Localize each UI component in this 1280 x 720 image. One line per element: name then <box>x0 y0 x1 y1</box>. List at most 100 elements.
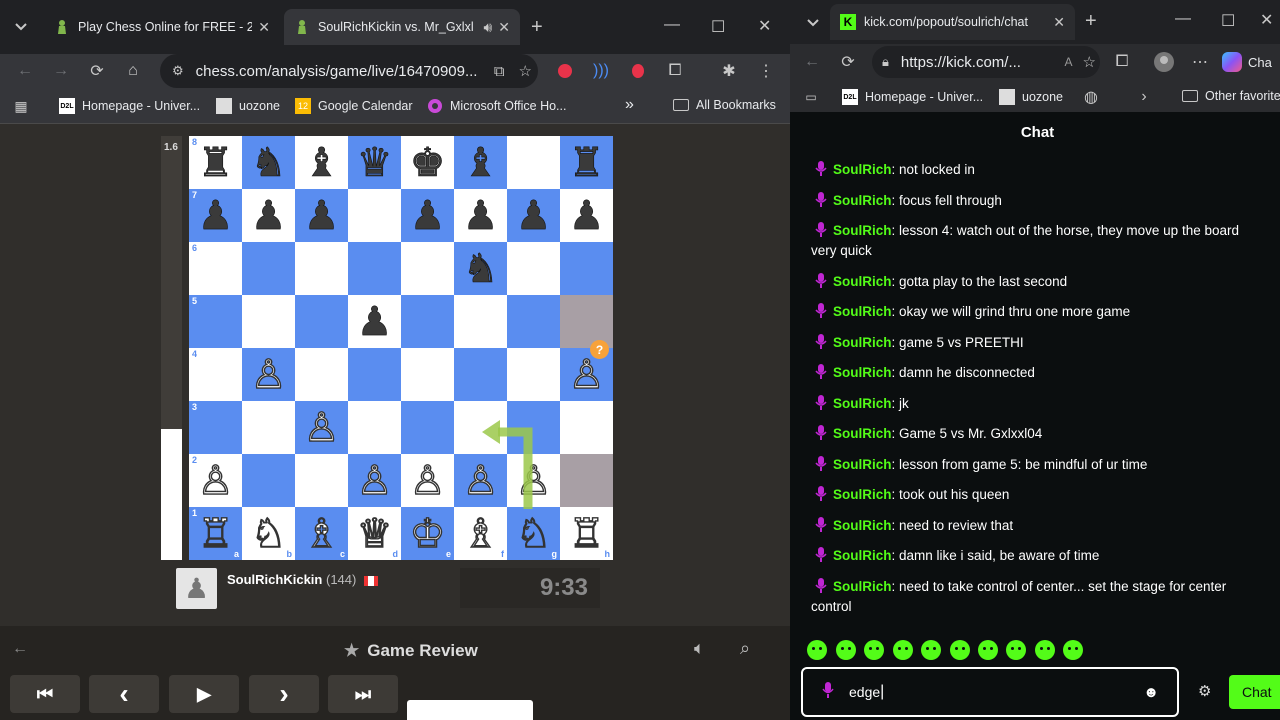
white-piece[interactable]: ♙ <box>568 354 605 395</box>
previous-move-button[interactable]: ‹ <box>89 675 159 713</box>
board-square[interactable] <box>348 189 401 242</box>
black-piece[interactable]: ♚ <box>409 142 445 183</box>
white-piece[interactable]: ♗ <box>462 513 499 554</box>
white-piece[interactable]: ♙ <box>409 460 446 501</box>
board-square[interactable] <box>454 295 507 348</box>
board-square[interactable]: ♙ <box>401 454 454 507</box>
board-square[interactable] <box>295 295 348 348</box>
chat-input[interactable]: edge | ☻ <box>801 667 1179 717</box>
board-square[interactable] <box>401 348 454 401</box>
black-piece[interactable]: ♟ <box>515 195 551 236</box>
extension-red-icon[interactable] <box>627 60 649 82</box>
board-square[interactable] <box>242 295 295 348</box>
chess-board[interactable]: ♜ 8 ♞ ♝ ♛ ♚ ♝ ♜ ♟ 7 ♟ ♟ ♟ ♟ ♟ ♟ 6 ♞ 5 ♟ 4 ♙ ♙ 3 ♙ ♙ 2 ♙ ♙ ♙ ♙ ♖ 1 a ♘ b ♗ c ♕ d… <box>189 136 613 560</box>
emote-icon[interactable] <box>893 640 913 660</box>
chat-username[interactable]: SoulRich <box>833 365 892 380</box>
speaker-icon[interactable]: 🔊︎ <box>483 19 492 36</box>
chat-username[interactable]: SoulRich <box>833 548 892 563</box>
board-square[interactable]: ♙ <box>348 454 401 507</box>
black-piece[interactable]: ♟ <box>409 195 445 236</box>
copilot-button[interactable]: Cha <box>1222 49 1280 75</box>
minimize-icon[interactable]: — <box>1175 10 1191 28</box>
tab-actions-icon[interactable] <box>802 12 824 34</box>
emoji-icon[interactable]: ☻ <box>1143 684 1159 701</box>
tab-analysis[interactable]: SoulRichKickin vs. Mr_Gxlxl 🔊︎ ✕ <box>284 9 520 45</box>
white-piece[interactable]: ♙ <box>197 460 234 501</box>
tab-search-icon[interactable] <box>8 14 34 40</box>
white-piece[interactable]: ♗ <box>303 513 340 554</box>
new-tab-icon[interactable]: + <box>531 16 543 39</box>
board-square[interactable] <box>560 401 613 454</box>
forward-icon[interactable]: → <box>48 58 74 84</box>
game-review-title[interactable]: ★ Game Review <box>344 641 478 661</box>
back-arrow-icon[interactable]: ← <box>12 640 28 658</box>
favorite-uozone[interactable]: uozone <box>999 89 1063 105</box>
black-piece[interactable]: ♟ <box>462 195 498 236</box>
board-square[interactable]: ♛ <box>348 136 401 189</box>
bookmark-google-calendar[interactable]: 12 Google Calendar <box>295 98 413 114</box>
board-square[interactable] <box>295 242 348 295</box>
address-bar[interactable]: 🔒︎ https://kick.com/... A ☆ <box>872 46 1100 78</box>
emote-icon[interactable] <box>807 640 827 660</box>
tab-play-chess[interactable]: Play Chess Online for FREE - 2 P ✕ <box>44 9 280 45</box>
board-square[interactable]: ♝ <box>454 136 507 189</box>
last-move-button[interactable]: ⏭ <box>328 675 398 713</box>
board-square[interactable]: ♜ 8 <box>189 136 242 189</box>
white-piece[interactable]: ♖ <box>197 513 234 554</box>
home-icon[interactable]: ⌂ <box>120 58 146 84</box>
install-app-icon[interactable]: ⧉ <box>494 63 505 80</box>
board-square[interactable]: ♟ <box>560 189 613 242</box>
board-square[interactable] <box>348 242 401 295</box>
board-square[interactable] <box>242 454 295 507</box>
board-square[interactable]: 6 <box>189 242 242 295</box>
board-square[interactable]: ♟ <box>295 189 348 242</box>
close-window-icon[interactable]: ✕ <box>1260 10 1273 30</box>
board-square[interactable] <box>401 295 454 348</box>
board-square[interactable] <box>401 401 454 454</box>
chat-username[interactable]: SoulRich <box>833 518 892 533</box>
white-piece[interactable]: ♙ <box>356 460 393 501</box>
board-square[interactable]: ♟ <box>454 189 507 242</box>
board-square[interactable]: ♙ <box>295 401 348 454</box>
favorite-star-icon[interactable]: ☆ <box>1083 53 1096 71</box>
black-piece[interactable]: ♜ <box>197 142 233 183</box>
board-square[interactable]: ♕ d <box>348 507 401 560</box>
board-square[interactable]: ♘ g <box>507 507 560 560</box>
board-square[interactable]: ♗ c <box>295 507 348 560</box>
black-piece[interactable]: ♞ <box>250 142 286 183</box>
chat-username[interactable]: SoulRich <box>833 396 892 411</box>
white-piece[interactable]: ♙ <box>250 354 287 395</box>
white-piece[interactable]: ♘ <box>250 513 287 554</box>
tab-view-icon[interactable]: ▭ <box>802 88 820 106</box>
globe-icon[interactable]: ◍ <box>1082 88 1100 106</box>
board-square[interactable]: ♟ <box>242 189 295 242</box>
board-square[interactable] <box>507 295 560 348</box>
black-piece[interactable]: ♝ <box>303 142 339 183</box>
maximize-icon[interactable]: ☐ <box>1221 11 1235 31</box>
black-piece[interactable]: ♟ <box>356 301 392 342</box>
board-square[interactable]: ♟ <box>348 295 401 348</box>
site-info-icon[interactable]: ⚙ <box>172 63 184 79</box>
chat-username[interactable]: SoulRich <box>833 487 892 502</box>
emote-icon[interactable] <box>1006 640 1026 660</box>
extensions-puzzle-icon[interactable]: ⧠ <box>664 60 686 82</box>
emote-icon[interactable] <box>978 640 998 660</box>
reload-icon[interactable]: ⟳ <box>84 58 110 84</box>
black-piece[interactable]: ♜ <box>568 142 604 183</box>
close-window-icon[interactable]: ✕ <box>758 16 771 36</box>
new-tab-icon[interactable]: + <box>1085 10 1097 33</box>
board-square[interactable]: ♖ 1 a <box>189 507 242 560</box>
board-square[interactable] <box>295 348 348 401</box>
bookmark-office[interactable]: Microsoft Office Ho... <box>427 98 566 114</box>
board-square[interactable] <box>242 242 295 295</box>
back-icon[interactable]: ← <box>12 58 38 84</box>
chat-username[interactable]: SoulRich <box>833 426 892 441</box>
favorite-homepage[interactable]: D2L Homepage - Univer... <box>842 89 983 105</box>
more-favorites-icon[interactable]: › <box>1136 88 1152 106</box>
chat-username[interactable]: SoulRich <box>833 579 892 594</box>
maximize-icon[interactable]: ☐ <box>711 17 725 37</box>
extension-wave-icon[interactable]: ))) <box>590 60 612 82</box>
board-square[interactable]: ♟ <box>401 189 454 242</box>
board-square[interactable]: ♞ <box>454 242 507 295</box>
board-square[interactable]: ♜ <box>560 136 613 189</box>
